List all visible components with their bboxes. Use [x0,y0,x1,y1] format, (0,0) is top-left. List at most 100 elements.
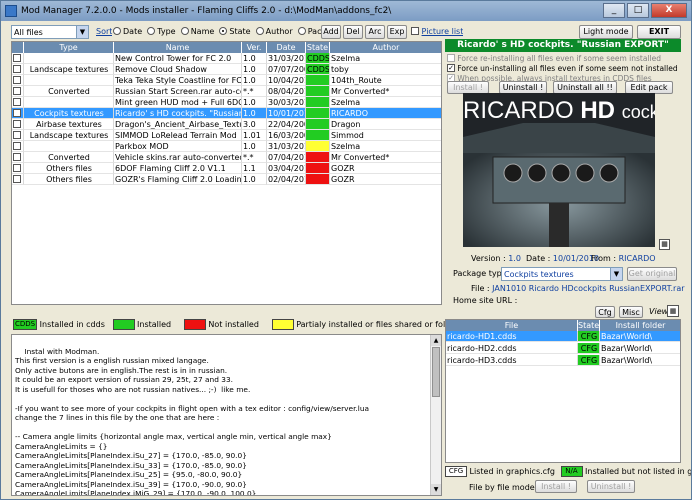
table-row[interactable]: Converted Russian Start Screen.rar auto-c… [12,86,441,97]
row-checkbox[interactable] [12,163,24,174]
window-title: Mod Manager 7.2.0.0 - Mods installer - F… [21,6,392,16]
header-file[interactable]: File [446,320,578,331]
cell-date: 10/04/2010 [267,75,306,86]
cell-date: 07/04/2010 [267,152,306,163]
row-checkbox[interactable] [12,97,24,108]
sort-name[interactable]: Name [180,27,214,36]
radio-icon [113,27,121,35]
cell-author: GOZR [330,163,441,174]
header-ver[interactable]: Ver. [242,42,267,53]
row-checkbox[interactable] [12,53,24,64]
row-checkbox[interactable] [12,174,24,185]
filter-select[interactable]: All files ▼ [11,25,89,39]
cell-ver: 1.0 [242,53,267,64]
table-row[interactable]: Landscape textures SIMMOD LoRelead Terrai… [12,130,441,141]
filter-value: All files [14,28,43,37]
table-row[interactable]: Teka Teka Style Coastline for FC 2.01.01… [12,75,441,86]
cell-state: CDDS [306,64,330,75]
row-checkbox[interactable] [12,86,24,97]
cell-author: Dragon [330,119,441,130]
cell-name: Remove Cloud Shadow [114,64,242,75]
sort-date[interactable]: Date [113,27,142,36]
opt-force-reinstall[interactable]: Force re-installing all files even if so… [447,54,661,64]
scroll-thumb[interactable] [432,347,440,397]
date-info: Date : 10/01/2010 [526,254,600,263]
row-checkbox[interactable] [12,75,24,86]
cell-ver: 1.0 [242,174,267,185]
cell-ver: 1.1 [242,163,267,174]
sort-type[interactable]: Type [147,27,176,36]
header-install-folder[interactable]: Install folder [600,320,680,331]
sort-link[interactable]: Sort [96,27,112,36]
legend-installed-swatch [112,319,135,330]
cell-type [24,53,114,64]
scroll-down-icon[interactable]: ▼ [431,484,441,495]
grid-view-icon[interactable]: ▦ [659,239,670,250]
row-checkbox[interactable] [12,130,24,141]
picture-list-toggle[interactable]: Picture list [411,27,463,37]
row-checkbox[interactable] [12,108,24,119]
package-type-select[interactable]: Cockpits textures ▼ [501,267,623,281]
maximize-button[interactable]: □ [627,3,649,18]
table-row[interactable]: Cockpits textures Ricardo' s HD cockpits.… [12,108,441,119]
grid-view-icon[interactable]: ▦ [667,305,679,317]
checkbox-icon [13,130,21,139]
cell-date: 08/04/2010 [267,86,306,97]
cell-author: Szelma [330,141,441,152]
table-row[interactable]: Landscape textures Remove Cloud Shadow 1.0… [12,64,441,75]
add-button[interactable]: Add [321,25,341,39]
checkbox-icon [13,53,21,62]
table-row[interactable]: Converted Vehicle skins.rar auto-converte… [12,152,441,163]
from-info: From : RICARDO [591,254,656,263]
cfg-button[interactable]: Cfg [595,306,615,318]
get-original-button[interactable]: Get original [627,267,677,281]
checkbox-icon [13,163,21,172]
cell-date: 31/03/2010 [267,141,306,152]
minimize-button[interactable]: _ [603,3,625,18]
row-checkbox[interactable] [12,64,24,75]
header-type[interactable]: Type [24,42,114,53]
scroll-up-icon[interactable]: ▲ [431,335,441,346]
row-checkbox[interactable] [12,141,24,152]
table-row[interactable]: Others files GOZR's Flaming Cliff 2.0 Loa… [12,174,441,185]
cell-name: Ricardo' s HD cockpits. "Russian [114,108,242,119]
header-file-state[interactable]: State [578,320,600,331]
close-button[interactable]: X [651,3,687,18]
table-row[interactable]: Parkbox MOD1.031/03/2010 Szelma [12,141,441,152]
table-row[interactable]: Mint green HUD mod + Full 6DOF Cockpi1.0… [12,97,441,108]
file-by-file-toggle[interactable]: File by file mode [469,482,546,493]
title-bar[interactable]: Mod Manager 7.2.0.0 - Mods installer - F… [1,1,691,21]
file-install-button[interactable]: Install ! [535,480,577,493]
light-mode-button[interactable]: Light mode [579,25,633,39]
cell-ver: *.* [242,86,267,97]
exp-button[interactable]: Exp [387,25,407,39]
checkbox-icon [411,27,419,35]
arc-button[interactable]: Arc [365,25,385,39]
opt-force-uninstall[interactable]: ✓ Force un-installing all files even if … [447,64,678,74]
misc-button[interactable]: Misc [619,306,643,318]
row-checkbox[interactable] [12,119,24,130]
sort-state[interactable]: State [219,27,251,36]
description-scrollbar[interactable]: ▲ ▼ [430,335,441,495]
del-button[interactable]: Del [343,25,363,39]
file-row[interactable]: ricardo-HD2.cdds CFG Bazar\World\ [446,343,680,354]
exit-button[interactable]: EXIT [637,25,681,39]
header-date[interactable]: Date [267,42,306,53]
view-label: View [649,307,669,316]
row-checkbox[interactable] [12,152,24,163]
description-textbox[interactable]: Instal with Modman. This first version i… [11,334,442,496]
table-row[interactable]: New Control Tower for FC 2.01.031/03/201… [12,53,441,64]
file-uninstall-button[interactable]: Uninstall ! [587,480,635,493]
header-state[interactable]: State [306,42,330,53]
header-author[interactable]: Author [330,42,441,53]
table-row[interactable]: Others files 6DOF Flaming Cliff 2.0 V1.1 1… [12,163,441,174]
file-row[interactable]: ricardo-HD3.cdds CFG Bazar\World\ [446,355,680,366]
header-name[interactable]: Name [114,42,242,53]
cell-name: Dragon's_Ancient_Airbase_Texture_Se [114,119,242,130]
table-row[interactable]: Airbase textures Dragon's_Ancient_Airbase… [12,119,441,130]
legend-cfg-swatch: CFG [445,466,467,477]
sort-author[interactable]: Author [255,27,293,36]
file-row[interactable]: ricardo-HD1.cdds CFG Bazar\World\ [446,331,680,342]
cell-file: ricardo-HD2.cdds [446,343,578,354]
checkbox-icon [13,64,21,73]
